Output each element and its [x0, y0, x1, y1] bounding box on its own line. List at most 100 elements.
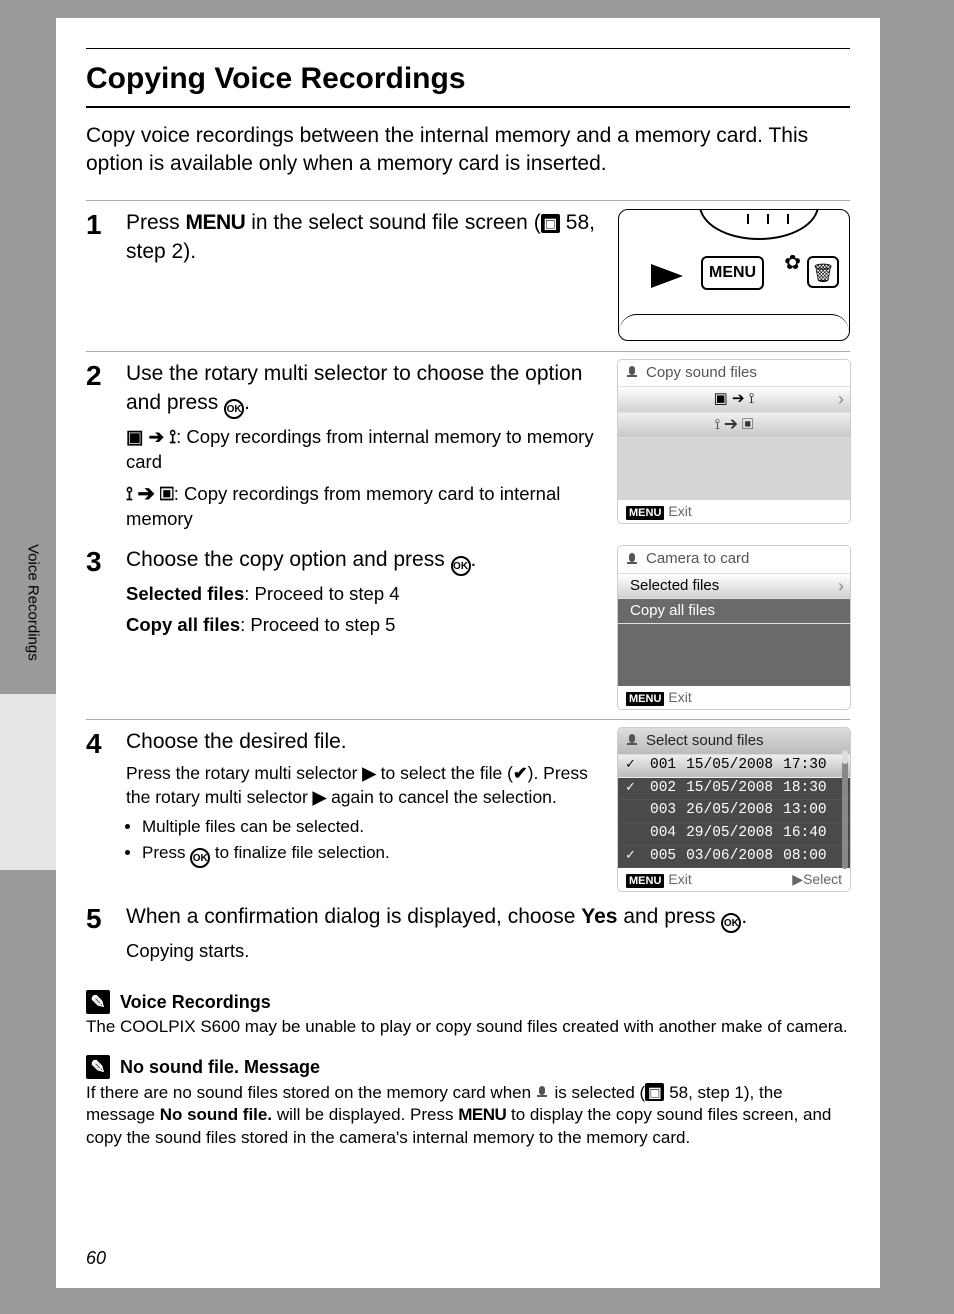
step-3-title: Choose the copy option and press OK. [126, 546, 604, 576]
lcd-exit-label: Exit [668, 689, 691, 705]
t: . [741, 905, 747, 928]
page-ref: 58, step 1 [669, 1083, 744, 1102]
check-icon [626, 801, 640, 821]
t: When a confirmation dialog is displayed,… [126, 905, 581, 928]
note-voice-recordings-header: ✎ Voice Recordings [86, 990, 850, 1014]
menu-glyph: MENU [458, 1105, 506, 1124]
top-rule [86, 48, 850, 49]
check-icon: ✓ [626, 847, 640, 867]
t: No sound file. [160, 1105, 272, 1124]
internal-to-card-icon: ▣ ➔ ⟟ [126, 426, 176, 447]
t: Press the rotary multi selector [126, 763, 362, 783]
step-4: 4 Choose the desired file. Press the rot… [86, 720, 850, 901]
file-time: 08:00 [783, 847, 827, 867]
sidebar-tab [0, 694, 56, 870]
lcd-footer: MENUExit [618, 500, 850, 523]
voice-icon [536, 1086, 550, 1100]
t: If there are no sound files stored on th… [86, 1083, 536, 1102]
ok-button-icon: OK [224, 399, 244, 419]
step-4-title: Choose the desired file. [126, 728, 604, 756]
manual-page: Copying Voice Recordings Copy voice reco… [56, 18, 880, 1288]
lcd-title: Select sound files [618, 728, 850, 755]
step-number: 5 [86, 905, 112, 964]
dial-tick [787, 214, 789, 224]
menu-badge-icon: MENU [626, 506, 664, 520]
lcd-footer: MENUExit ▶Select [618, 868, 850, 891]
step-number: 3 [86, 548, 112, 709]
page-title: Copying Voice Recordings [86, 59, 850, 100]
card-to-internal-icon: ⟟ ➔ ▣ [126, 483, 174, 504]
voice-icon [626, 553, 640, 567]
t: Copy all files [126, 614, 240, 635]
voice-icon [626, 366, 640, 380]
file-time: 17:30 [783, 756, 827, 776]
file-row: ✓00215/05/200818:30 [618, 778, 850, 801]
lcd-copy-sound-files: Copy sound files ▣ ➔ ⟟ ⟟ ➔ ▣ MENUExit [618, 360, 850, 523]
t: Copy sound files [646, 363, 757, 383]
lcd-blank [618, 438, 850, 500]
right-arrow-icon: ▶ [362, 763, 375, 783]
lcd-footer: MENUExit [618, 686, 850, 709]
file-date: 15/05/2008 [686, 779, 773, 799]
step-2: 2 Use the rotary multi selector to choos… [86, 352, 850, 542]
step-4-paragraph: Press the rotary multi selector ▶ to sel… [126, 762, 604, 809]
right-arrow-icon: ▶ [313, 787, 326, 807]
check-icon: ✓ [626, 756, 640, 776]
t: Selected files [126, 583, 244, 604]
file-id: 001 [650, 756, 676, 776]
scrollbar-track [842, 750, 848, 869]
file-id: 004 [650, 824, 676, 844]
file-row: 004 29/05/2008 16:40 [618, 823, 850, 846]
t: Choose the copy option and press [126, 548, 451, 571]
t: to finalize file selection. [210, 843, 390, 862]
t: Select sound files [646, 731, 764, 751]
step-5-sub: Copying starts. [126, 939, 850, 964]
file-id: 005 [650, 847, 676, 867]
camera-body-edge [619, 314, 849, 340]
check-icon [626, 824, 640, 844]
step-1: 1 Press MENU in the select sound file sc… [86, 201, 850, 351]
note-title: No sound file. Message [120, 1055, 320, 1079]
dial-tick [747, 214, 749, 224]
step-2-option-1: ▣ ➔ ⟟: Copy recordings from internal mem… [126, 425, 604, 475]
file-date: 29/05/2008 [686, 824, 773, 844]
check-mark-icon: ✔ [513, 763, 528, 783]
t: : Proceed to step 4 [244, 583, 399, 604]
t: : Proceed to step 5 [240, 614, 395, 635]
lcd-option-in-to-card: ▣ ➔ ⟟ [618, 387, 850, 412]
lcd-row-selected-files: Selected files [618, 574, 850, 599]
intro-paragraph: Copy voice recordings between the intern… [86, 122, 850, 179]
step-number: 2 [86, 362, 112, 532]
note-title: Voice Recordings [120, 990, 271, 1014]
trash-button-icon: 🗑 [807, 256, 839, 288]
bullet-multiple: Multiple files can be selected. [142, 816, 604, 839]
t: Press [142, 843, 190, 862]
page-number: 60 [86, 1246, 106, 1270]
t: Camera to card [646, 549, 749, 569]
t: Press [126, 211, 186, 234]
title-rule [86, 106, 850, 108]
scrollbar-thumb [842, 750, 848, 764]
note-voice-recordings-body: The COOLPIX S600 may be unable to play o… [86, 1016, 850, 1039]
step-3-copy-all: Copy all files: Proceed to step 5 [126, 613, 604, 638]
page-ref-icon: ▣ [541, 214, 560, 233]
play-icon: ▶ [792, 871, 803, 887]
file-row: 00326/05/200813:00 [618, 800, 850, 823]
step-2-title: Use the rotary multi selector to choose … [126, 360, 604, 418]
page-ref-icon: ▣ [645, 1083, 664, 1102]
lcd-option-card-to-in: ⟟ ➔ ▣ [618, 413, 850, 438]
lcd-exit-label: Exit [668, 871, 691, 887]
lcd-select-label: Select [803, 871, 842, 887]
mode-dial-icon [699, 209, 819, 240]
sidebar-section-label: Voice Recordings [22, 544, 42, 661]
yes-label: Yes [581, 905, 617, 928]
file-time: 13:00 [783, 801, 827, 821]
ok-button-icon: OK [721, 913, 741, 933]
file-time: 18:30 [783, 779, 827, 799]
note-icon: ✎ [86, 990, 110, 1014]
file-date: 03/06/2008 [686, 847, 773, 867]
lcd-select-sound-files: Select sound files ✓ 001 15/05/2008 17:30 ✓… [618, 728, 850, 891]
press-arrow-icon [651, 264, 683, 288]
file-time: 16:40 [783, 824, 827, 844]
t: Use the rotary multi selector to choose … [126, 362, 582, 413]
